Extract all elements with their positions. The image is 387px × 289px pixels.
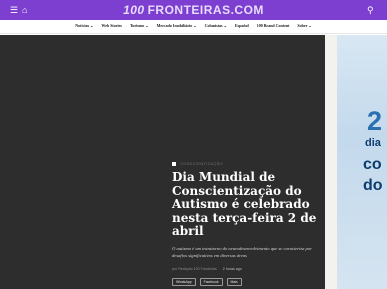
category-label: CONSCIENTIZAÇÃO (180, 161, 223, 166)
banner-number: 2 (367, 106, 383, 136)
nav-item-sobre[interactable]: Sobre ⌄ (297, 23, 311, 29)
article-category[interactable]: CONSCIENTIZAÇÃO (172, 161, 322, 166)
share-buttons: WhatsApp Facebook Mais (172, 277, 322, 286)
share-facebook-button[interactable]: Facebook (199, 277, 223, 286)
article-meta: por Redação 100 Fronteiras 2 horas ago (172, 267, 322, 271)
nav-item-noticias[interactable]: Notícias ⌄ (75, 23, 93, 29)
site-logo[interactable]: 100 FRONTEIRAS.COM (0, 3, 387, 17)
main-nav: Notícias ⌄ Web Stories Turismo ⌄ Mercado… (0, 20, 387, 34)
side-banner-image[interactable]: 2 dia co do (325, 35, 387, 289)
article-author[interactable]: por Redação 100 Fronteiras (172, 267, 217, 271)
top-bar: ☰ ⌂ 100 FRONTEIRAS.COM ⚲ (0, 0, 387, 20)
featured-article-hero[interactable]: CONSCIENTIZAÇÃO Dia Mundial de Conscient… (0, 35, 325, 289)
article-time: 2 horas ago (222, 266, 242, 271)
nav-item-mercado-imobiliario[interactable]: Mercado Imobiliário ⌄ (157, 23, 197, 29)
logo-number: 100 (123, 3, 145, 17)
banner-text-line-3: do (363, 177, 383, 194)
article-lead: O autismo é um transtorno do neurodesenv… (172, 245, 312, 258)
nav-item-colunistas[interactable]: Colunistas ⌄ (205, 23, 227, 29)
banner-text-line-2: co (363, 156, 382, 173)
featured-article: CONSCIENTIZAÇÃO Dia Mundial de Conscient… (172, 161, 322, 286)
nav-item-turismo[interactable]: Turismo ⌄ (130, 23, 149, 29)
search-icon[interactable]: ⚲ (367, 5, 374, 15)
logo-text: FRONTEIRAS.COM (147, 3, 264, 17)
nav-item-web-stories[interactable]: Web Stories (101, 23, 122, 29)
share-more-button[interactable]: Mais (226, 277, 242, 286)
nav-item-espanol[interactable]: Español (235, 23, 249, 29)
banner-text-line-1: dia (365, 137, 381, 149)
category-marker (172, 161, 176, 166)
nav-item-brand-content[interactable]: 100 Brand Content (257, 23, 290, 29)
share-whatsapp-button[interactable]: WhatsApp (172, 277, 196, 286)
article-headline[interactable]: Dia Mundial de Conscientização do Autism… (172, 170, 322, 239)
